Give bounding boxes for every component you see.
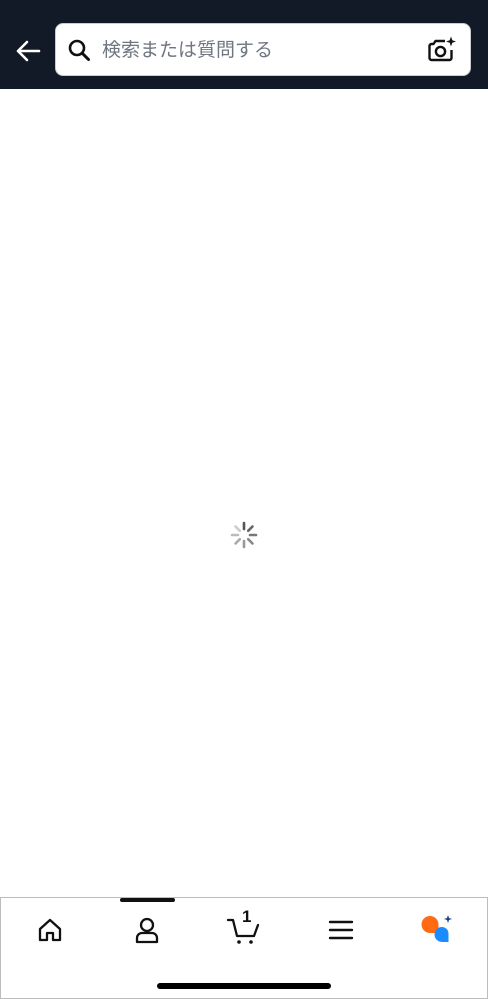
search-input[interactable] <box>102 32 422 68</box>
search-bar[interactable] <box>55 23 471 76</box>
user-icon <box>135 917 159 944</box>
top-header <box>0 0 488 89</box>
cart-count-badge: 1 <box>242 907 252 926</box>
search-icon <box>68 39 90 61</box>
nav-menu[interactable] <box>311 910 371 950</box>
hamburger-menu-icon <box>328 920 354 940</box>
screen: 1 <box>0 0 488 999</box>
back-button[interactable] <box>10 33 46 69</box>
home-icon <box>38 918 62 942</box>
nav-account[interactable] <box>117 910 177 950</box>
ai-assistant-icon <box>421 915 452 942</box>
nav-home[interactable] <box>20 910 80 950</box>
camera-sparkle-icon[interactable] <box>427 35 457 65</box>
arrow-left-icon <box>16 40 41 62</box>
active-tab-indicator <box>120 898 175 902</box>
spinner-icon <box>230 521 258 549</box>
system-home-indicator[interactable] <box>157 983 331 989</box>
nav-cart[interactable]: 1 <box>214 907 274 950</box>
nav-assistant[interactable] <box>408 910 468 950</box>
